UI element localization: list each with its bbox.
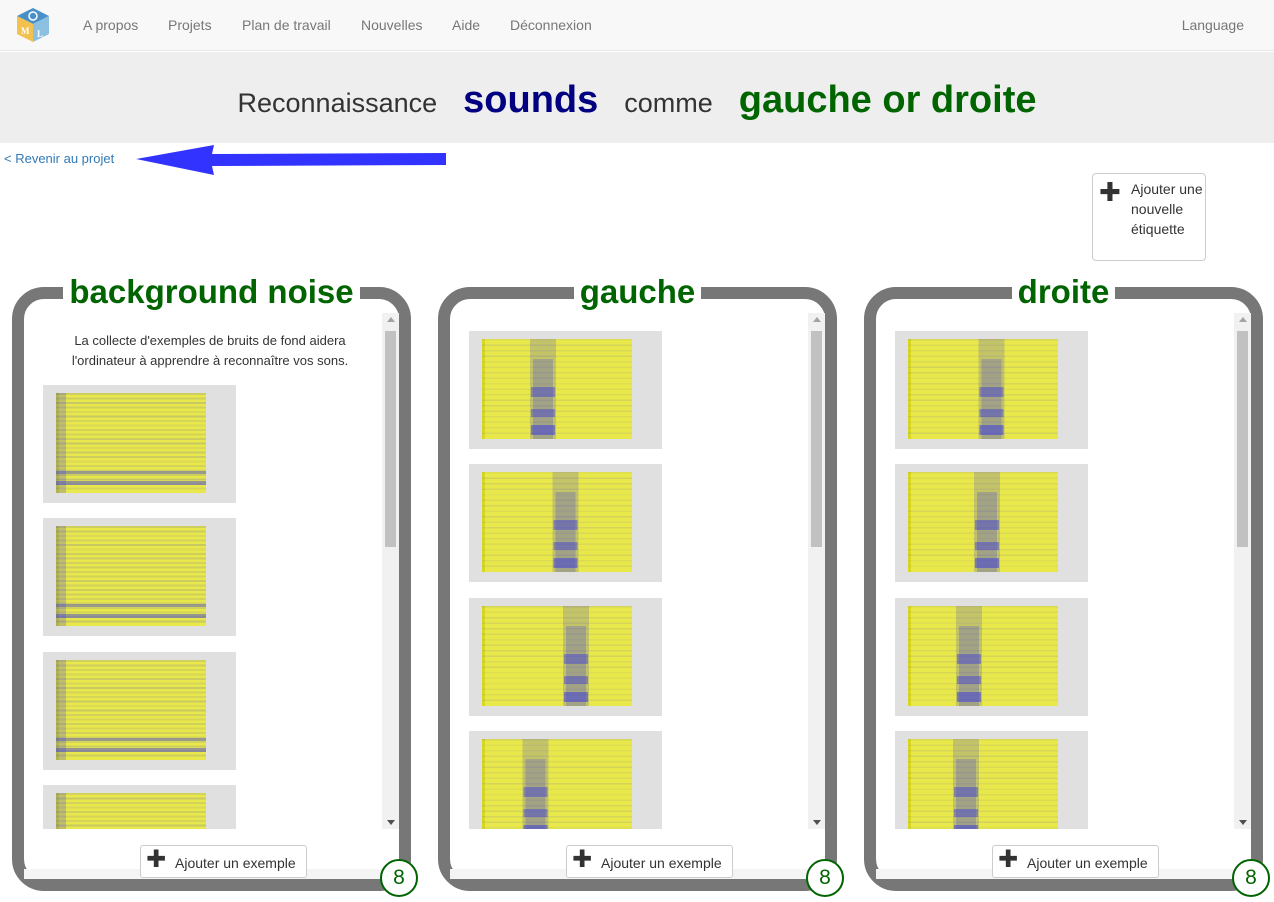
spectrogram bbox=[56, 393, 206, 493]
label-title: gauche bbox=[573, 275, 702, 309]
navbar: M L A propos Projets Plan de travail Nou… bbox=[0, 0, 1274, 51]
svg-text:L: L bbox=[37, 29, 43, 39]
header-middle: comme bbox=[624, 88, 713, 118]
example-count-badge: 8 bbox=[1232, 859, 1270, 897]
sound-example[interactable] bbox=[469, 331, 662, 449]
spectrogram bbox=[908, 472, 1058, 572]
nav-about[interactable]: A propos bbox=[83, 17, 138, 33]
sound-example[interactable] bbox=[895, 598, 1088, 716]
label-panel-background-noise: background noise La collecte d'exemples … bbox=[12, 275, 418, 897]
sound-example[interactable] bbox=[469, 598, 662, 716]
sound-example[interactable] bbox=[43, 385, 236, 503]
label-panel-gauche: gauche ✚ Ajouter un exemple 8 bbox=[438, 275, 844, 897]
spectrogram bbox=[482, 339, 632, 439]
sound-example[interactable] bbox=[469, 731, 662, 829]
label-title: background noise bbox=[63, 275, 360, 309]
label-title: droite bbox=[1011, 275, 1116, 309]
add-example-button[interactable]: ✚ Ajouter un exemple bbox=[140, 845, 307, 878]
nav-logout[interactable]: Déconnexion bbox=[510, 17, 592, 33]
scrollbar[interactable] bbox=[382, 313, 399, 829]
plus-icon: ✚ bbox=[1099, 177, 1121, 207]
ml-logo-icon[interactable]: M L bbox=[14, 6, 52, 44]
scrollbar[interactable] bbox=[1234, 313, 1251, 829]
example-count-badge: 8 bbox=[380, 859, 418, 897]
add-example-button[interactable]: ✚ Ajouter un exemple bbox=[992, 845, 1159, 878]
spectrogram bbox=[56, 660, 206, 760]
sound-example[interactable] bbox=[895, 731, 1088, 829]
add-label-text: Ajouter une nouvelle étiquette bbox=[1131, 181, 1203, 237]
background-noise-intro: La collecte d'exemples de bruits de fond… bbox=[71, 333, 349, 368]
sound-example[interactable] bbox=[43, 652, 236, 770]
header-project-type: sounds bbox=[463, 79, 599, 121]
sound-example[interactable] bbox=[43, 785, 236, 829]
sound-example[interactable] bbox=[895, 331, 1088, 449]
back-to-project-link[interactable]: < Revenir au projet bbox=[4, 151, 114, 166]
header-prefix: Reconnaissance bbox=[237, 88, 438, 118]
spectrogram bbox=[908, 339, 1058, 439]
nav-worksheets[interactable]: Plan de travail bbox=[242, 17, 331, 33]
spectrogram bbox=[908, 606, 1058, 706]
examples-list[interactable] bbox=[876, 313, 1251, 829]
plus-icon: ✚ bbox=[998, 846, 1019, 873]
plus-icon: ✚ bbox=[572, 846, 593, 873]
spectrogram bbox=[482, 739, 632, 829]
sound-example[interactable] bbox=[895, 464, 1088, 582]
nav-help[interactable]: Aide bbox=[452, 17, 480, 33]
page-header: Reconnaissance sounds comme gauche or dr… bbox=[0, 52, 1274, 143]
spectrogram bbox=[908, 739, 1058, 829]
plus-icon: ✚ bbox=[146, 846, 167, 873]
spectrogram bbox=[56, 526, 206, 626]
svg-text:M: M bbox=[21, 26, 30, 36]
nav-language[interactable]: Language bbox=[1182, 17, 1244, 33]
add-label-button[interactable]: ✚ Ajouter une nouvelle étiquette bbox=[1092, 173, 1206, 261]
header-labels: gauche or droite bbox=[738, 79, 1037, 121]
examples-list[interactable] bbox=[450, 313, 825, 829]
example-count-badge: 8 bbox=[806, 859, 844, 897]
add-example-button[interactable]: ✚ Ajouter un exemple bbox=[566, 845, 733, 878]
spectrogram bbox=[482, 472, 632, 572]
sound-example[interactable] bbox=[469, 464, 662, 582]
nav-news[interactable]: Nouvelles bbox=[361, 17, 422, 33]
scrollbar[interactable] bbox=[808, 313, 825, 829]
nav-projects[interactable]: Projets bbox=[168, 17, 212, 33]
spectrogram bbox=[482, 606, 632, 706]
sound-example[interactable] bbox=[43, 518, 236, 636]
label-panel-droite: droite ✚ Ajouter un exemple 8 bbox=[864, 275, 1270, 897]
pointer-arrow-icon bbox=[136, 145, 446, 175]
examples-list[interactable]: La collecte d'exemples de bruits de fond… bbox=[24, 313, 399, 829]
spectrogram bbox=[56, 793, 206, 829]
